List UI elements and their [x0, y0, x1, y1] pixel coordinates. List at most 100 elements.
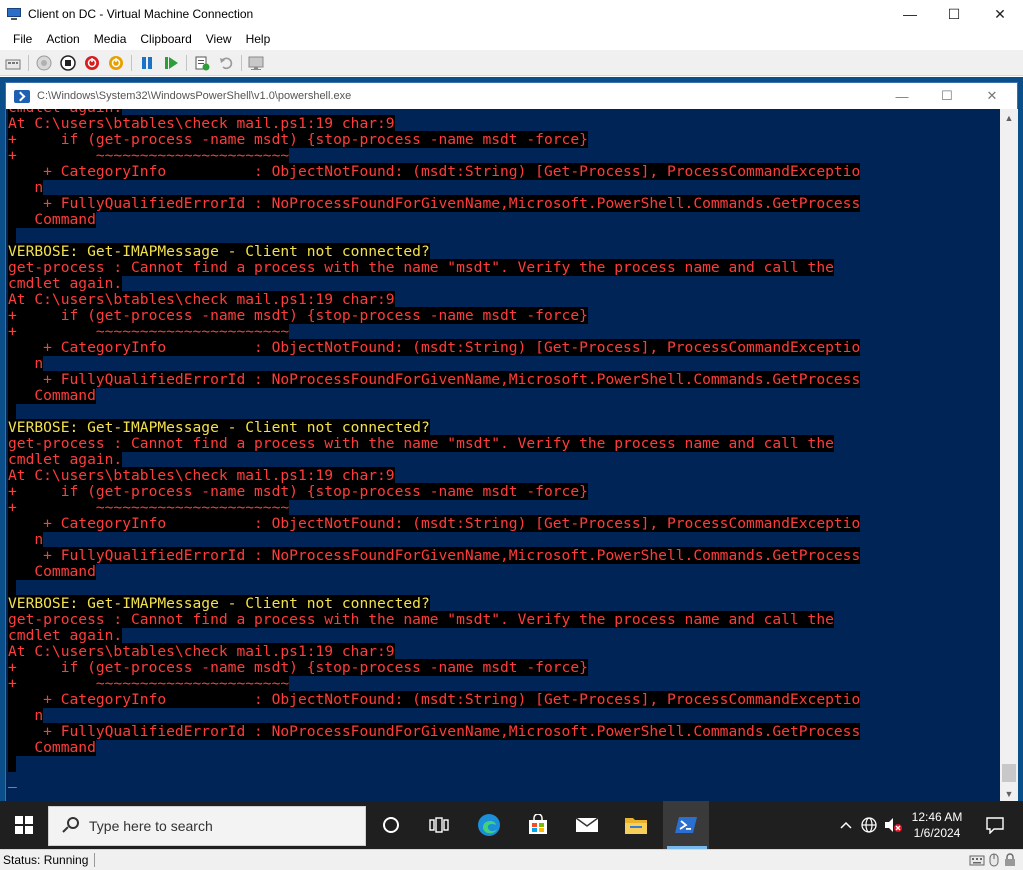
enhanced-session-icon[interactable] — [248, 54, 266, 72]
vm-connection-icon — [6, 7, 22, 21]
toolbar-separator — [241, 54, 242, 71]
console-line: At C:\users\btables\check_mail.ps1:19 ch… — [8, 467, 395, 484]
console-line: n — [8, 531, 44, 548]
clock-time: 12:46 AM — [911, 810, 963, 824]
console-output[interactable]: cmdlet again.At C:\users\btables\check_m… — [6, 109, 1000, 802]
console-line: cmdlet again. — [8, 627, 123, 644]
ps-close-button[interactable]: ✕ — [969, 83, 1015, 109]
menu-media[interactable]: Media — [87, 32, 134, 46]
save-icon[interactable] — [107, 54, 125, 72]
menu-clipboard[interactable]: Clipboard — [133, 32, 198, 46]
console-line: At C:\users\btables\check_mail.ps1:19 ch… — [8, 643, 395, 660]
console-line — [8, 404, 16, 420]
toolbar-separator — [131, 54, 132, 71]
status-icons — [969, 853, 1017, 867]
console-line — [8, 228, 16, 244]
vm-title-bar: Client on DC - Virtual Machine Connectio… — [0, 0, 1023, 28]
console-line — [8, 580, 16, 596]
ps-maximize-button[interactable]: ☐ — [924, 83, 970, 109]
shut-down-icon[interactable] — [83, 54, 101, 72]
menu-view[interactable]: View — [199, 32, 239, 46]
console-line: At C:\users\btables\check_mail.ps1:19 ch… — [8, 115, 395, 132]
console-line: get-process : Cannot find a process with… — [8, 611, 834, 628]
console-line: + FullyQualifiedErrorId : NoProcessFound… — [8, 547, 861, 564]
console-line: Command — [8, 211, 96, 228]
powershell-window[interactable]: C:\Windows\System32\WindowsPowerShell\v1… — [5, 82, 1018, 802]
chevron-up-icon[interactable] — [836, 801, 856, 849]
taskbar-clock[interactable]: 12:46 AM 1/6/2024 — [904, 809, 970, 841]
console-scrollbar[interactable]: ▲ ▼ — [1000, 109, 1018, 802]
maximize-button[interactable]: ☐ — [931, 0, 977, 28]
vm-status-bar: Status: Running — [0, 849, 1023, 870]
toolbar-separator — [28, 54, 29, 71]
taskbar: Type here to search 12:46 AM 1/6/2024 — [0, 801, 1023, 849]
pause-icon[interactable] — [138, 54, 156, 72]
powershell-taskbar-button[interactable] — [663, 801, 709, 849]
console-line: Command — [8, 739, 96, 756]
console-line: + FullyQualifiedErrorId : NoProcessFound… — [8, 723, 861, 740]
checkpoint-icon[interactable] — [193, 54, 211, 72]
console-line: + FullyQualifiedErrorId : NoProcessFound… — [8, 371, 861, 388]
mouse-icon — [989, 853, 999, 867]
windows-logo-icon — [15, 816, 33, 834]
cortana-icon[interactable] — [368, 801, 414, 849]
console-line: + if (get-process -name msdt) {stop-proc… — [8, 307, 588, 324]
menu-action[interactable]: Action — [39, 32, 86, 46]
minimize-button[interactable]: — — [887, 0, 933, 28]
scrollbar-thumb[interactable] — [1002, 764, 1016, 782]
edge-icon[interactable] — [466, 801, 512, 849]
console-line: + if (get-process -name msdt) {stop-proc… — [8, 659, 588, 676]
console-line: + FullyQualifiedErrorId : NoProcessFound… — [8, 195, 861, 212]
console-line: + if (get-process -name msdt) {stop-proc… — [8, 131, 588, 148]
console-line: + ~~~~~~~~~~~~~~~~~~~~~~ — [8, 323, 290, 340]
ps-minimize-button[interactable]: — — [879, 83, 925, 109]
ctrl-alt-del-icon[interactable] — [4, 54, 22, 72]
console-line: + ~~~~~~~~~~~~~~~~~~~~~~ — [8, 675, 290, 692]
vm-toolbar — [0, 50, 1023, 76]
network-icon[interactable] — [858, 801, 880, 849]
console-line: VERBOSE: Get-IMAPMessage - Client not co… — [8, 595, 430, 612]
console-line: cmdlet again. — [8, 275, 123, 292]
clock-date: 1/6/2024 — [913, 826, 961, 840]
console-line: get-process : Cannot find a process with… — [8, 259, 834, 276]
reset-icon[interactable] — [162, 54, 180, 72]
console-line: VERBOSE: Get-IMAPMessage - Client not co… — [8, 419, 430, 436]
console-line — [8, 756, 16, 772]
lock-icon — [1005, 853, 1015, 866]
powershell-title-bar[interactable]: C:\Windows\System32\WindowsPowerShell\v1… — [6, 83, 1017, 109]
console-line: + CategoryInfo : ObjectNotFound: (msdt:S… — [8, 339, 861, 356]
start-button[interactable] — [0, 801, 48, 849]
task-view-icon[interactable] — [416, 801, 462, 849]
close-button[interactable]: ✕ — [977, 0, 1023, 28]
action-center-icon[interactable] — [975, 801, 1015, 849]
start-icon[interactable] — [35, 54, 53, 72]
store-icon[interactable] — [515, 801, 561, 849]
console-line: + if (get-process -name msdt) {stop-proc… — [8, 483, 588, 500]
taskbar-search-box[interactable]: Type here to search — [48, 806, 366, 846]
window-title: Client on DC - Virtual Machine Connectio… — [28, 7, 254, 21]
scroll-down-arrow-icon[interactable]: ▼ — [1000, 785, 1018, 802]
console-cursor: _ — [8, 771, 17, 788]
console-line: + ~~~~~~~~~~~~~~~~~~~~~~ — [8, 499, 290, 516]
volume-muted-icon[interactable] — [882, 801, 904, 849]
menu-help[interactable]: Help — [239, 32, 278, 46]
powershell-title: C:\Windows\System32\WindowsPowerShell\v1… — [37, 90, 352, 102]
revert-icon[interactable] — [217, 54, 235, 72]
console-line: + CategoryInfo : ObjectNotFound: (msdt:S… — [8, 163, 861, 180]
file-explorer-icon[interactable] — [613, 801, 659, 849]
menu-bar: File Action Media Clipboard View Help — [0, 28, 1023, 50]
scroll-up-arrow-icon[interactable]: ▲ — [1000, 109, 1018, 126]
mail-icon[interactable] — [564, 801, 610, 849]
console-line: Command — [8, 387, 96, 404]
console-line: At C:\users\btables\check_mail.ps1:19 ch… — [8, 291, 395, 308]
search-icon — [61, 817, 79, 835]
menu-file[interactable]: File — [6, 32, 39, 46]
console-line: get-process : Cannot find a process with… — [8, 435, 834, 452]
toolbar-separator — [186, 54, 187, 71]
vm-status: Status: Running — [0, 853, 96, 867]
console-line: Command — [8, 563, 96, 580]
console-line: VERBOSE: Get-IMAPMessage - Client not co… — [8, 243, 430, 260]
console-line: + CategoryInfo : ObjectNotFound: (msdt:S… — [8, 691, 861, 708]
turn-off-icon[interactable] — [59, 54, 77, 72]
search-placeholder: Type here to search — [89, 818, 213, 834]
